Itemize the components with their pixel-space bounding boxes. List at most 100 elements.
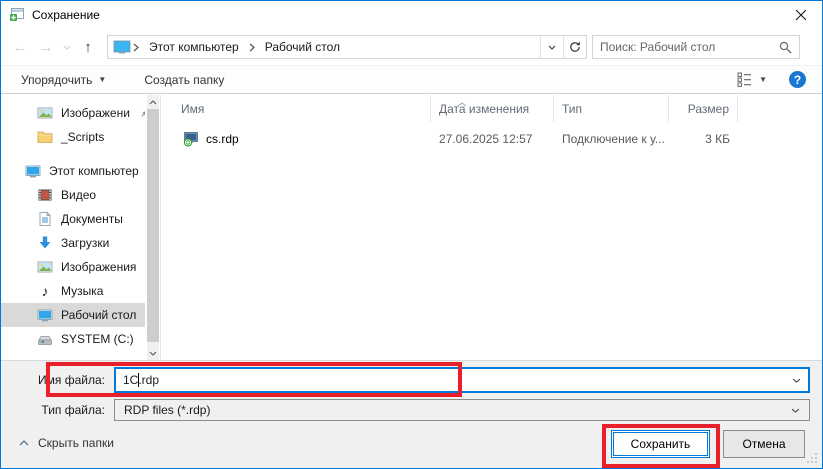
sidebar-item-scripts[interactable]: _Scripts xyxy=(1,125,145,149)
organize-label: Упорядочить xyxy=(21,73,92,87)
sidebar-item-documents[interactable]: Документы xyxy=(1,207,145,231)
desktop-icon xyxy=(113,40,131,54)
change-view-button[interactable]: ▼ xyxy=(737,72,767,87)
music-note-icon: ♪ xyxy=(37,283,53,299)
sidebar-item-label: Рабочий стол xyxy=(61,308,136,322)
search-input[interactable]: Поиск: Рабочий стол xyxy=(592,35,800,59)
desktop-icon xyxy=(37,307,53,323)
chevron-down-icon xyxy=(63,45,71,50)
pictures-icon xyxy=(37,259,53,275)
sidebar-item-label: _Scripts xyxy=(61,130,104,144)
sidebar-item-downloads[interactable]: Загрузки xyxy=(1,231,145,255)
file-size: 3 КБ xyxy=(669,132,738,146)
navigation-row: ← → ↑ Этот компьютер Рабо xyxy=(1,29,822,65)
app-window-icon xyxy=(9,7,25,23)
sidebar-item-pictures[interactable]: Изображения xyxy=(1,255,145,279)
breadcrumb-desktop[interactable]: Рабочий стол xyxy=(257,36,348,58)
scroll-down-icon[interactable] xyxy=(147,346,159,360)
file-type: Подключение к у... xyxy=(554,132,669,146)
bottom-panel: Имя файла: 1C.rdp Тип файла: RDP files (… xyxy=(1,360,822,468)
save-button[interactable]: Сохранить xyxy=(611,430,710,458)
address-bar[interactable]: Этот компьютер Рабочий стол xyxy=(107,35,587,59)
filename-label: Имя файла: xyxy=(1,373,114,387)
sidebar-item-label: Изображения xyxy=(61,260,136,274)
resize-grip[interactable] xyxy=(805,451,819,465)
back-button[interactable]: ← xyxy=(7,35,33,59)
navigation-pane: Изображени _Scripts Этот компьютер xyxy=(1,95,160,360)
sidebar-scrollbar[interactable] xyxy=(147,95,159,360)
main-area: Изображени _Scripts Этот компьютер xyxy=(1,95,823,360)
address-dropdown-button[interactable] xyxy=(540,36,563,58)
filename-dropdown-button[interactable] xyxy=(792,378,801,383)
footer-bar: Скрыть папки Сохранить Отмена xyxy=(1,420,822,468)
sidebar-item-label: SYSTEM (C:) xyxy=(61,332,134,346)
sidebar-item-system-c[interactable]: SYSTEM (C:) xyxy=(1,327,145,351)
column-headers: Имя Дата изменения Тип Размер xyxy=(161,95,823,122)
new-folder-label: Создать папку xyxy=(144,73,224,87)
filetype-dropdown-button[interactable] xyxy=(791,408,800,413)
column-header-name[interactable]: Имя xyxy=(161,95,431,122)
sidebar-item-label: Видео xyxy=(61,188,96,202)
up-button[interactable]: ↑ xyxy=(75,35,101,59)
column-header-type[interactable]: Тип xyxy=(554,95,669,122)
chevron-down-icon: ▼ xyxy=(98,75,106,84)
drive-icon xyxy=(37,331,53,347)
recent-locations-button[interactable] xyxy=(59,35,75,59)
sidebar-item-label: Музыка xyxy=(61,284,103,298)
file-row-cs-rdp[interactable]: cs.rdp 27.06.2025 12:57 Подключение к у.… xyxy=(161,127,823,151)
chevron-down-icon: ▼ xyxy=(759,75,767,84)
sidebar-item-desktop[interactable]: Рабочий стол xyxy=(1,303,145,327)
sidebar-item-music[interactable]: ♪ Музыка xyxy=(1,279,145,303)
forward-button[interactable]: → xyxy=(33,35,59,59)
sidebar-item-label: Изображени xyxy=(61,106,130,120)
chevron-up-icon xyxy=(19,440,29,446)
file-name: cs.rdp xyxy=(206,132,239,146)
filetype-select[interactable]: RDP files (*.rdp) xyxy=(114,399,810,421)
title-bar: Сохранение xyxy=(1,1,822,29)
window-title: Сохранение xyxy=(32,8,100,22)
filetype-label: Тип файла: xyxy=(1,403,114,417)
rdp-file-icon xyxy=(183,131,199,147)
toolbar-right: ▼ ? xyxy=(737,71,806,88)
scrollbar-thumb[interactable] xyxy=(147,109,159,342)
file-name-cell: cs.rdp xyxy=(161,131,431,147)
refresh-button[interactable] xyxy=(563,36,586,58)
video-icon xyxy=(37,187,53,203)
sidebar-item-videos[interactable]: Видео xyxy=(1,183,145,207)
hide-folders-button[interactable]: Скрыть папки xyxy=(19,436,114,450)
breadcrumb-separator-icon xyxy=(131,43,141,52)
search-text: Поиск: Рабочий стол xyxy=(600,40,779,54)
close-button[interactable] xyxy=(786,4,816,26)
chevron-down-icon xyxy=(791,408,800,413)
computer-icon xyxy=(25,163,41,179)
cancel-button[interactable]: Отмена xyxy=(723,430,805,458)
pictures-icon xyxy=(37,105,53,121)
hide-folders-label: Скрыть папки xyxy=(38,436,114,450)
up-icon: ↑ xyxy=(84,39,92,56)
help-icon: ? xyxy=(794,73,801,87)
filename-input[interactable]: 1C.rdp xyxy=(114,367,810,393)
column-header-size[interactable]: Размер xyxy=(669,95,738,122)
sidebar-item-pictures-pinned[interactable]: Изображени xyxy=(1,101,145,125)
sidebar-item-label: Этот компьютер xyxy=(49,164,139,178)
organize-button[interactable]: Упорядочить ▼ xyxy=(21,73,106,87)
breadcrumb-separator-icon xyxy=(247,43,257,52)
text-caret xyxy=(138,373,139,387)
sidebar-item-this-pc[interactable]: Этот компьютер xyxy=(1,159,145,183)
filetype-value: RDP files (*.rdp) xyxy=(124,403,210,417)
sort-ascending-icon xyxy=(457,96,467,110)
column-header-date[interactable]: Дата изменения xyxy=(431,95,554,122)
breadcrumb-this-pc[interactable]: Этот компьютер xyxy=(141,36,247,58)
filetype-row: Тип файла: RDP files (*.rdp) xyxy=(1,399,810,421)
toolbar: Упорядочить ▼ Создать папку ▼ ? xyxy=(1,65,822,94)
column-header-empty xyxy=(738,95,823,122)
file-list: Имя Дата изменения Тип Размер cs.r xyxy=(160,95,823,360)
search-icon xyxy=(779,41,792,54)
details-view-icon xyxy=(737,72,753,87)
help-button[interactable]: ? xyxy=(789,71,806,88)
sidebar-item-label: Документы xyxy=(61,212,123,226)
new-folder-button[interactable]: Создать папку xyxy=(144,73,224,87)
folder-icon xyxy=(37,129,53,145)
scroll-up-icon[interactable] xyxy=(147,95,159,109)
download-arrow-icon xyxy=(37,235,53,251)
